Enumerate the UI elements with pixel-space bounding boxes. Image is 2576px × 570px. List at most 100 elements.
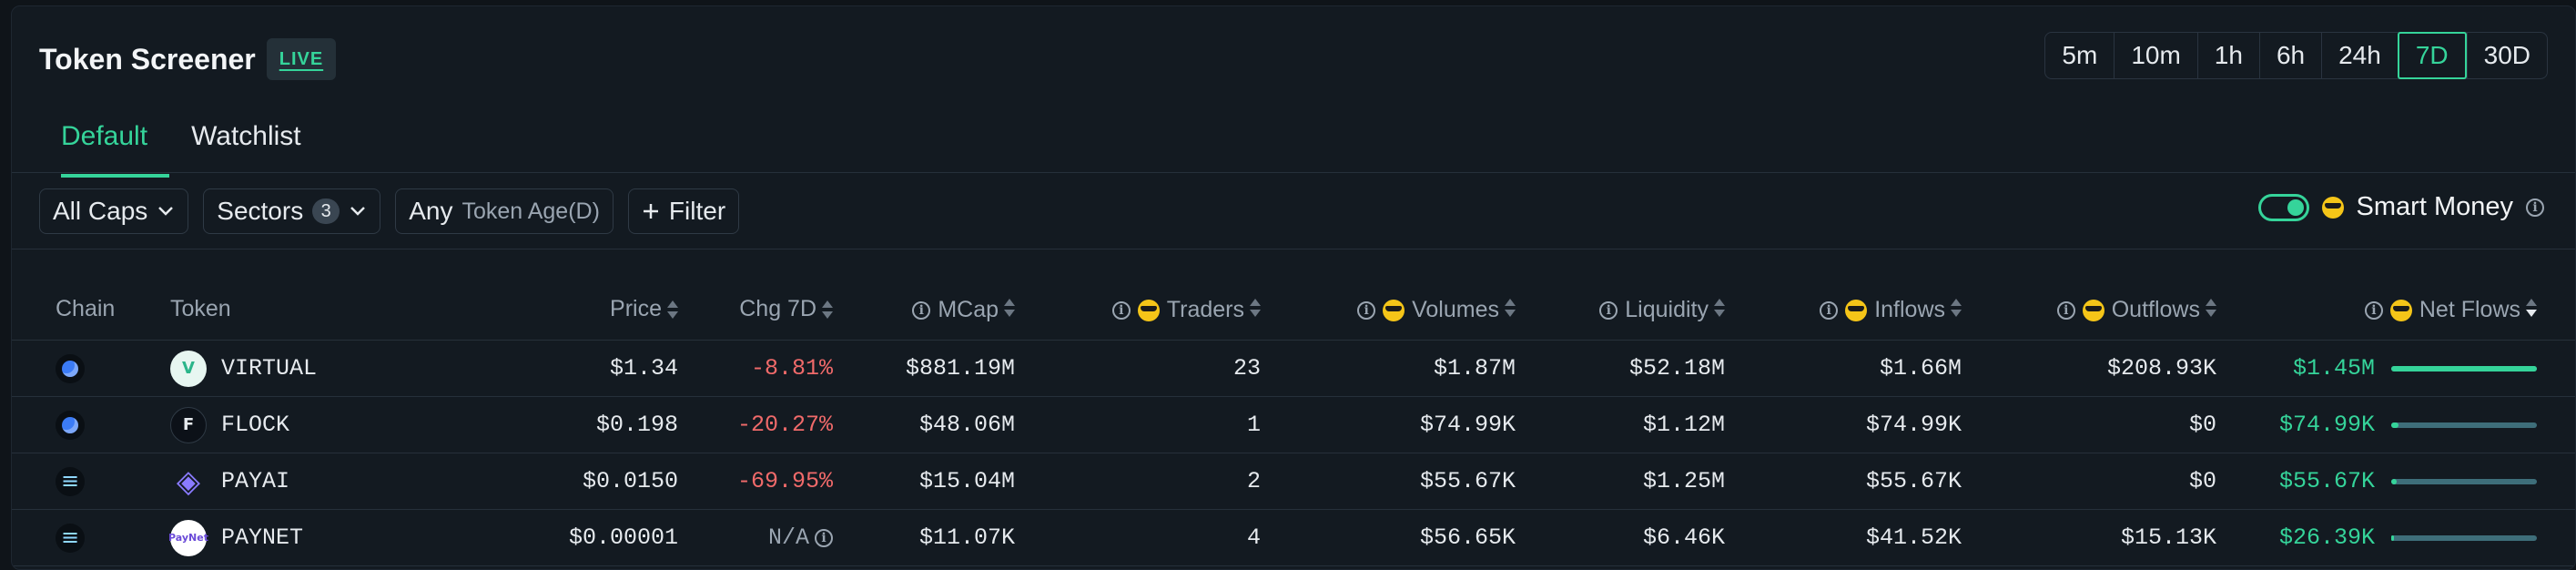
chg-value: -20.27% bbox=[736, 412, 833, 438]
time-range-24h[interactable]: 24h bbox=[2321, 33, 2398, 78]
time-range-1h[interactable]: 1h bbox=[2196, 33, 2259, 78]
sort-icon bbox=[1712, 297, 1725, 319]
caps-label: All Caps bbox=[53, 197, 148, 225]
header: Token Screener LIVE bbox=[39, 34, 337, 85]
token-symbol: FLOCK bbox=[221, 412, 290, 438]
table-row[interactable]: V VIRTUAL $1.34 -8.81% $881.19M 23 $1.87M… bbox=[12, 340, 2575, 397]
chain-cell bbox=[12, 396, 148, 453]
col-mcap[interactable]: i MCap bbox=[840, 278, 1022, 341]
plus-icon bbox=[643, 204, 658, 219]
inflows-cell: $74.99K bbox=[1732, 396, 1969, 453]
mcap-cell: $48.06M bbox=[840, 396, 1022, 453]
sunglasses-icon bbox=[2082, 299, 2104, 321]
sectors-dropdown[interactable]: Sectors 3 bbox=[203, 188, 381, 234]
virtual-icon: V bbox=[170, 350, 207, 387]
table-header-row: Chain Token Price Chg 7D i MCap i Traders … bbox=[12, 278, 2575, 341]
chg-cell: -8.81% bbox=[685, 340, 840, 397]
netflow-bar bbox=[2391, 365, 2537, 372]
netflows-cell: $55.67K bbox=[2224, 453, 2575, 510]
token-cell[interactable]: PayNet PAYNET bbox=[148, 509, 394, 566]
netflow-bar-fill bbox=[2391, 422, 2399, 428]
info-icon[interactable]: i bbox=[2526, 198, 2544, 217]
info-icon: i bbox=[1599, 300, 1618, 320]
time-range-30d[interactable]: 30D bbox=[2466, 33, 2547, 78]
inflows-cell: $55.67K bbox=[1732, 453, 1969, 510]
netflows-value: $74.99K bbox=[2278, 412, 2375, 438]
info-icon[interactable]: i bbox=[815, 528, 833, 547]
smart-money-toggle[interactable] bbox=[2257, 193, 2309, 221]
traders-cell: 1 bbox=[1022, 396, 1268, 453]
col-traders-label: Traders bbox=[1166, 297, 1244, 323]
price-cell: $1.34 bbox=[394, 340, 685, 397]
tab-watchlist[interactable]: Watchlist bbox=[169, 114, 323, 178]
volumes-cell: $1.87M bbox=[1268, 340, 1523, 397]
token-age-filter[interactable]: Any Token Age(D) bbox=[395, 188, 614, 234]
chevron-down-icon bbox=[350, 207, 366, 216]
sunglasses-icon bbox=[1383, 299, 1405, 321]
caps-dropdown[interactable]: All Caps bbox=[39, 188, 189, 234]
col-chg[interactable]: Chg 7D bbox=[685, 278, 840, 341]
table-row[interactable]: PayNet PAYNET $0.00001 N/A i $11.07K 4 $56… bbox=[12, 509, 2575, 566]
col-price[interactable]: Price bbox=[394, 278, 685, 341]
chg-cell: N/A i bbox=[685, 509, 840, 566]
solana-chain-icon bbox=[56, 466, 85, 496]
base-chain-icon bbox=[56, 353, 85, 383]
netflows-cell: $26.39K bbox=[2224, 509, 2575, 566]
col-traders[interactable]: i Traders bbox=[1022, 278, 1268, 341]
token-cell[interactable]: F FLOCK bbox=[148, 396, 394, 453]
netflows-cell: $1.45M bbox=[2224, 340, 2575, 397]
paynet-icon: PayNet bbox=[168, 519, 208, 556]
time-range-5m[interactable]: 5m bbox=[2045, 33, 2114, 78]
tab-default[interactable]: Default bbox=[39, 114, 170, 178]
col-outflows[interactable]: i Outflows bbox=[1969, 278, 2224, 341]
info-icon: i bbox=[1820, 300, 1839, 320]
col-inflows[interactable]: i Inflows bbox=[1732, 278, 1969, 341]
time-range-7d[interactable]: 7D bbox=[2397, 32, 2467, 79]
token-cell[interactable]: V VIRTUAL bbox=[148, 340, 394, 397]
token-cell[interactable]: ◈ PAYAI bbox=[148, 453, 394, 510]
page-title: Token Screener bbox=[39, 42, 256, 76]
traders-cell: 4 bbox=[1022, 509, 1268, 566]
mcap-cell: $11.07K bbox=[840, 509, 1022, 566]
volumes-cell: $56.65K bbox=[1268, 509, 1523, 566]
table-row[interactable]: ◈ PAYAI $0.0150 -69.95% $15.04M 2 $55.67K… bbox=[12, 453, 2575, 510]
time-range-6h[interactable]: 6h bbox=[2258, 33, 2321, 78]
netflows-cell: $74.99K bbox=[2224, 396, 2575, 453]
divider bbox=[12, 172, 2575, 173]
netflows-value: $1.45M bbox=[2292, 355, 2375, 382]
smart-money-control: Smart Money i bbox=[2257, 192, 2544, 222]
filter-bar: All Caps Sectors 3 Any Token Age(D) Filt… bbox=[39, 188, 740, 234]
col-chg-label: Chg 7D bbox=[739, 295, 816, 321]
outflows-cell: $0 bbox=[1969, 396, 2224, 453]
chg-value: N/A bbox=[767, 524, 809, 551]
token-symbol: VIRTUAL bbox=[221, 355, 318, 382]
outflows-cell: $0 bbox=[1969, 453, 2224, 510]
netflow-bar-fill bbox=[2391, 534, 2395, 541]
col-volumes[interactable]: i Volumes bbox=[1268, 278, 1523, 341]
table-row[interactable]: F FLOCK $0.198 -20.27% $48.06M 1 $74.99K … bbox=[12, 396, 2575, 453]
netflows-value: $55.67K bbox=[2278, 468, 2375, 494]
payai-icon: ◈ bbox=[176, 463, 201, 500]
sort-desc-icon bbox=[2524, 297, 2537, 319]
sort-icon bbox=[1949, 297, 1962, 319]
col-netflows[interactable]: i Net Flows bbox=[2224, 278, 2575, 341]
filter-button[interactable]: Filter bbox=[627, 188, 740, 234]
sort-icon bbox=[1503, 297, 1516, 319]
chain-cell bbox=[12, 340, 148, 397]
col-liquidity[interactable]: i Liquidity bbox=[1523, 278, 1732, 341]
netflow-bar bbox=[2391, 534, 2537, 541]
sort-icon bbox=[2204, 297, 2216, 319]
traders-cell: 2 bbox=[1022, 453, 1268, 510]
solana-chain-icon bbox=[56, 523, 85, 553]
time-range-10m[interactable]: 10m bbox=[2114, 33, 2196, 78]
token-screener-panel: Token Screener LIVE 5m 10m 1h 6h 24h 7D 30D De… bbox=[11, 5, 2576, 570]
netflow-bar bbox=[2391, 422, 2537, 428]
col-outflows-label: Outflows bbox=[2111, 297, 2200, 323]
sort-icon bbox=[1002, 297, 1015, 319]
netflow-bar bbox=[2391, 478, 2537, 484]
live-badge: LIVE bbox=[266, 38, 337, 80]
info-icon: i bbox=[1357, 300, 1376, 320]
token-age-value: Any bbox=[409, 197, 453, 225]
mcap-cell: $881.19M bbox=[840, 340, 1022, 397]
chg-cell: -20.27% bbox=[685, 396, 840, 453]
